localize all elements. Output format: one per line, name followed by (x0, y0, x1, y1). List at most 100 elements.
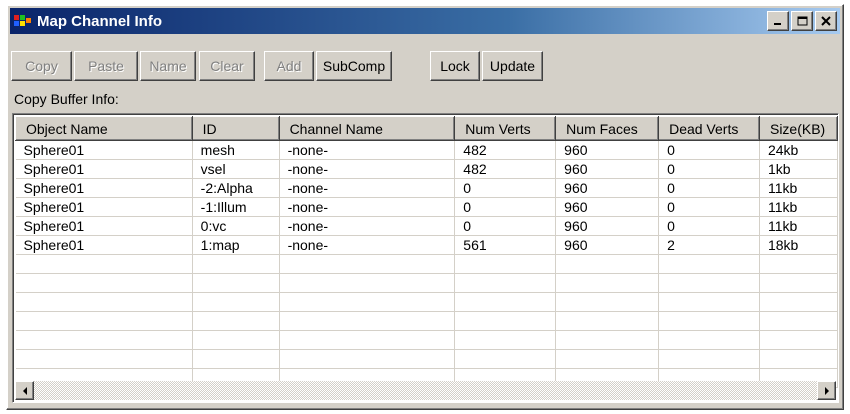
empty-table-row (15, 292, 838, 312)
size-cell: 24kb (759, 140, 838, 160)
table-row[interactable]: Sphere01 -2:Alpha -none- 0 960 0 11kb (15, 178, 838, 198)
dead-verts-cell: 0 (658, 159, 760, 179)
column-header-num-faces[interactable]: Num Faces (555, 116, 660, 141)
num-verts-cell: 482 (454, 140, 557, 160)
empty-table-row (15, 254, 838, 274)
scroll-right-button[interactable] (817, 381, 836, 400)
table-row[interactable]: Sphere01 mesh -none- 482 960 0 24kb (15, 140, 838, 160)
size-cell: 11kb (759, 197, 838, 217)
empty-cell (759, 330, 838, 350)
empty-cell (15, 273, 193, 293)
channel-name-cell: -none- (279, 140, 456, 160)
channel-name-cell: -none- (279, 216, 456, 236)
column-header-channel-name[interactable]: Channel Name (278, 116, 456, 141)
id-cell: mesh (192, 140, 280, 160)
empty-cell (15, 349, 193, 369)
object-name-cell: Sphere01 (15, 235, 193, 255)
object-name-cell: Sphere01 (15, 197, 193, 217)
num-faces-cell: 960 (555, 235, 660, 255)
subcomp-button[interactable]: SubComp (316, 51, 392, 81)
title-bar[interactable]: Map Channel Info (10, 8, 840, 34)
empty-cell (454, 311, 557, 331)
paste-button[interactable]: Paste (74, 51, 138, 81)
num-faces-cell: 960 (555, 159, 660, 179)
app-icon (14, 13, 32, 29)
column-header-size[interactable]: Size(KB) (758, 116, 838, 141)
empty-cell (192, 292, 280, 312)
scroll-left-button[interactable] (15, 381, 34, 400)
empty-cell (555, 311, 660, 331)
channel-table: Object Name ID Channel Name Num Verts Nu… (15, 116, 838, 388)
table-row[interactable]: Sphere01 1:map -none- 561 960 2 18kb (15, 235, 838, 255)
size-cell: 11kb (759, 178, 838, 198)
empty-cell (192, 311, 280, 331)
empty-cell (555, 330, 660, 350)
column-header-num-verts[interactable]: Num Verts (454, 116, 557, 141)
table-header-row: Object Name ID Channel Name Num Verts Nu… (15, 116, 838, 141)
minimize-button[interactable] (767, 11, 789, 31)
num-verts-cell: 0 (454, 178, 557, 198)
arrow-left-icon (23, 387, 27, 395)
num-verts-cell: 0 (454, 216, 557, 236)
id-cell: 0:vc (192, 216, 280, 236)
window-title: Map Channel Info (37, 12, 162, 30)
close-icon (821, 16, 831, 26)
table-row[interactable]: Sphere01 -1:Illum -none- 0 960 0 11kb (15, 197, 838, 217)
empty-table-row (15, 330, 838, 350)
empty-cell (555, 273, 660, 293)
empty-cell (279, 330, 456, 350)
channel-name-cell: -none- (279, 235, 456, 255)
empty-cell (658, 330, 760, 350)
empty-cell (279, 292, 456, 312)
num-faces-cell: 960 (555, 178, 660, 198)
empty-cell (15, 292, 193, 312)
empty-cell (279, 254, 456, 274)
update-button[interactable]: Update (482, 51, 543, 81)
empty-cell (454, 254, 557, 274)
arrow-right-icon (825, 387, 829, 395)
empty-cell (454, 330, 557, 350)
dead-verts-cell: 0 (658, 216, 760, 236)
copy-button[interactable]: Copy (11, 51, 72, 81)
channel-list-view[interactable]: Object Name ID Channel Name Num Verts Nu… (12, 113, 839, 403)
empty-table-row (15, 273, 838, 293)
object-name-cell: Sphere01 (15, 216, 193, 236)
close-button[interactable] (815, 11, 837, 31)
column-header-object-name[interactable]: Object Name (15, 116, 193, 141)
empty-cell (192, 254, 280, 274)
num-faces-cell: 960 (555, 140, 660, 160)
channel-name-cell: -none- (279, 159, 456, 179)
column-header-id[interactable]: ID (191, 116, 280, 141)
minimize-icon (774, 23, 781, 25)
map-channel-info-window: Map Channel Info Copy Paste Name Clear A… (6, 4, 844, 410)
empty-table-row (15, 349, 838, 369)
empty-cell (658, 273, 760, 293)
channel-name-cell: -none- (279, 197, 456, 217)
clear-button[interactable]: Clear (199, 51, 255, 81)
horizontal-scrollbar[interactable] (15, 381, 836, 400)
table-row[interactable]: Sphere01 0:vc -none- 0 960 0 11kb (15, 216, 838, 236)
size-cell: 11kb (759, 216, 838, 236)
empty-cell (454, 273, 557, 293)
lock-button[interactable]: Lock (430, 51, 480, 81)
empty-cell (658, 292, 760, 312)
copy-buffer-info-label: Copy Buffer Info: (14, 91, 119, 107)
size-cell: 1kb (759, 159, 838, 179)
add-button[interactable]: Add (264, 51, 314, 81)
column-header-dead-verts[interactable]: Dead Verts (658, 116, 760, 141)
empty-table-row (15, 311, 838, 331)
num-faces-cell: 960 (555, 197, 660, 217)
table-row[interactable]: Sphere01 vsel -none- 482 960 0 1kb (15, 159, 838, 179)
dead-verts-cell: 0 (658, 178, 760, 198)
id-cell: -2:Alpha (192, 178, 280, 198)
id-cell: vsel (192, 159, 280, 179)
name-button[interactable]: Name (140, 51, 196, 81)
empty-cell (555, 292, 660, 312)
empty-cell (454, 292, 557, 312)
empty-cell (658, 254, 760, 274)
empty-cell (15, 330, 193, 350)
maximize-button[interactable] (791, 11, 813, 31)
channel-name-cell: -none- (279, 178, 456, 198)
empty-cell (555, 254, 660, 274)
num-verts-cell: 482 (454, 159, 557, 179)
